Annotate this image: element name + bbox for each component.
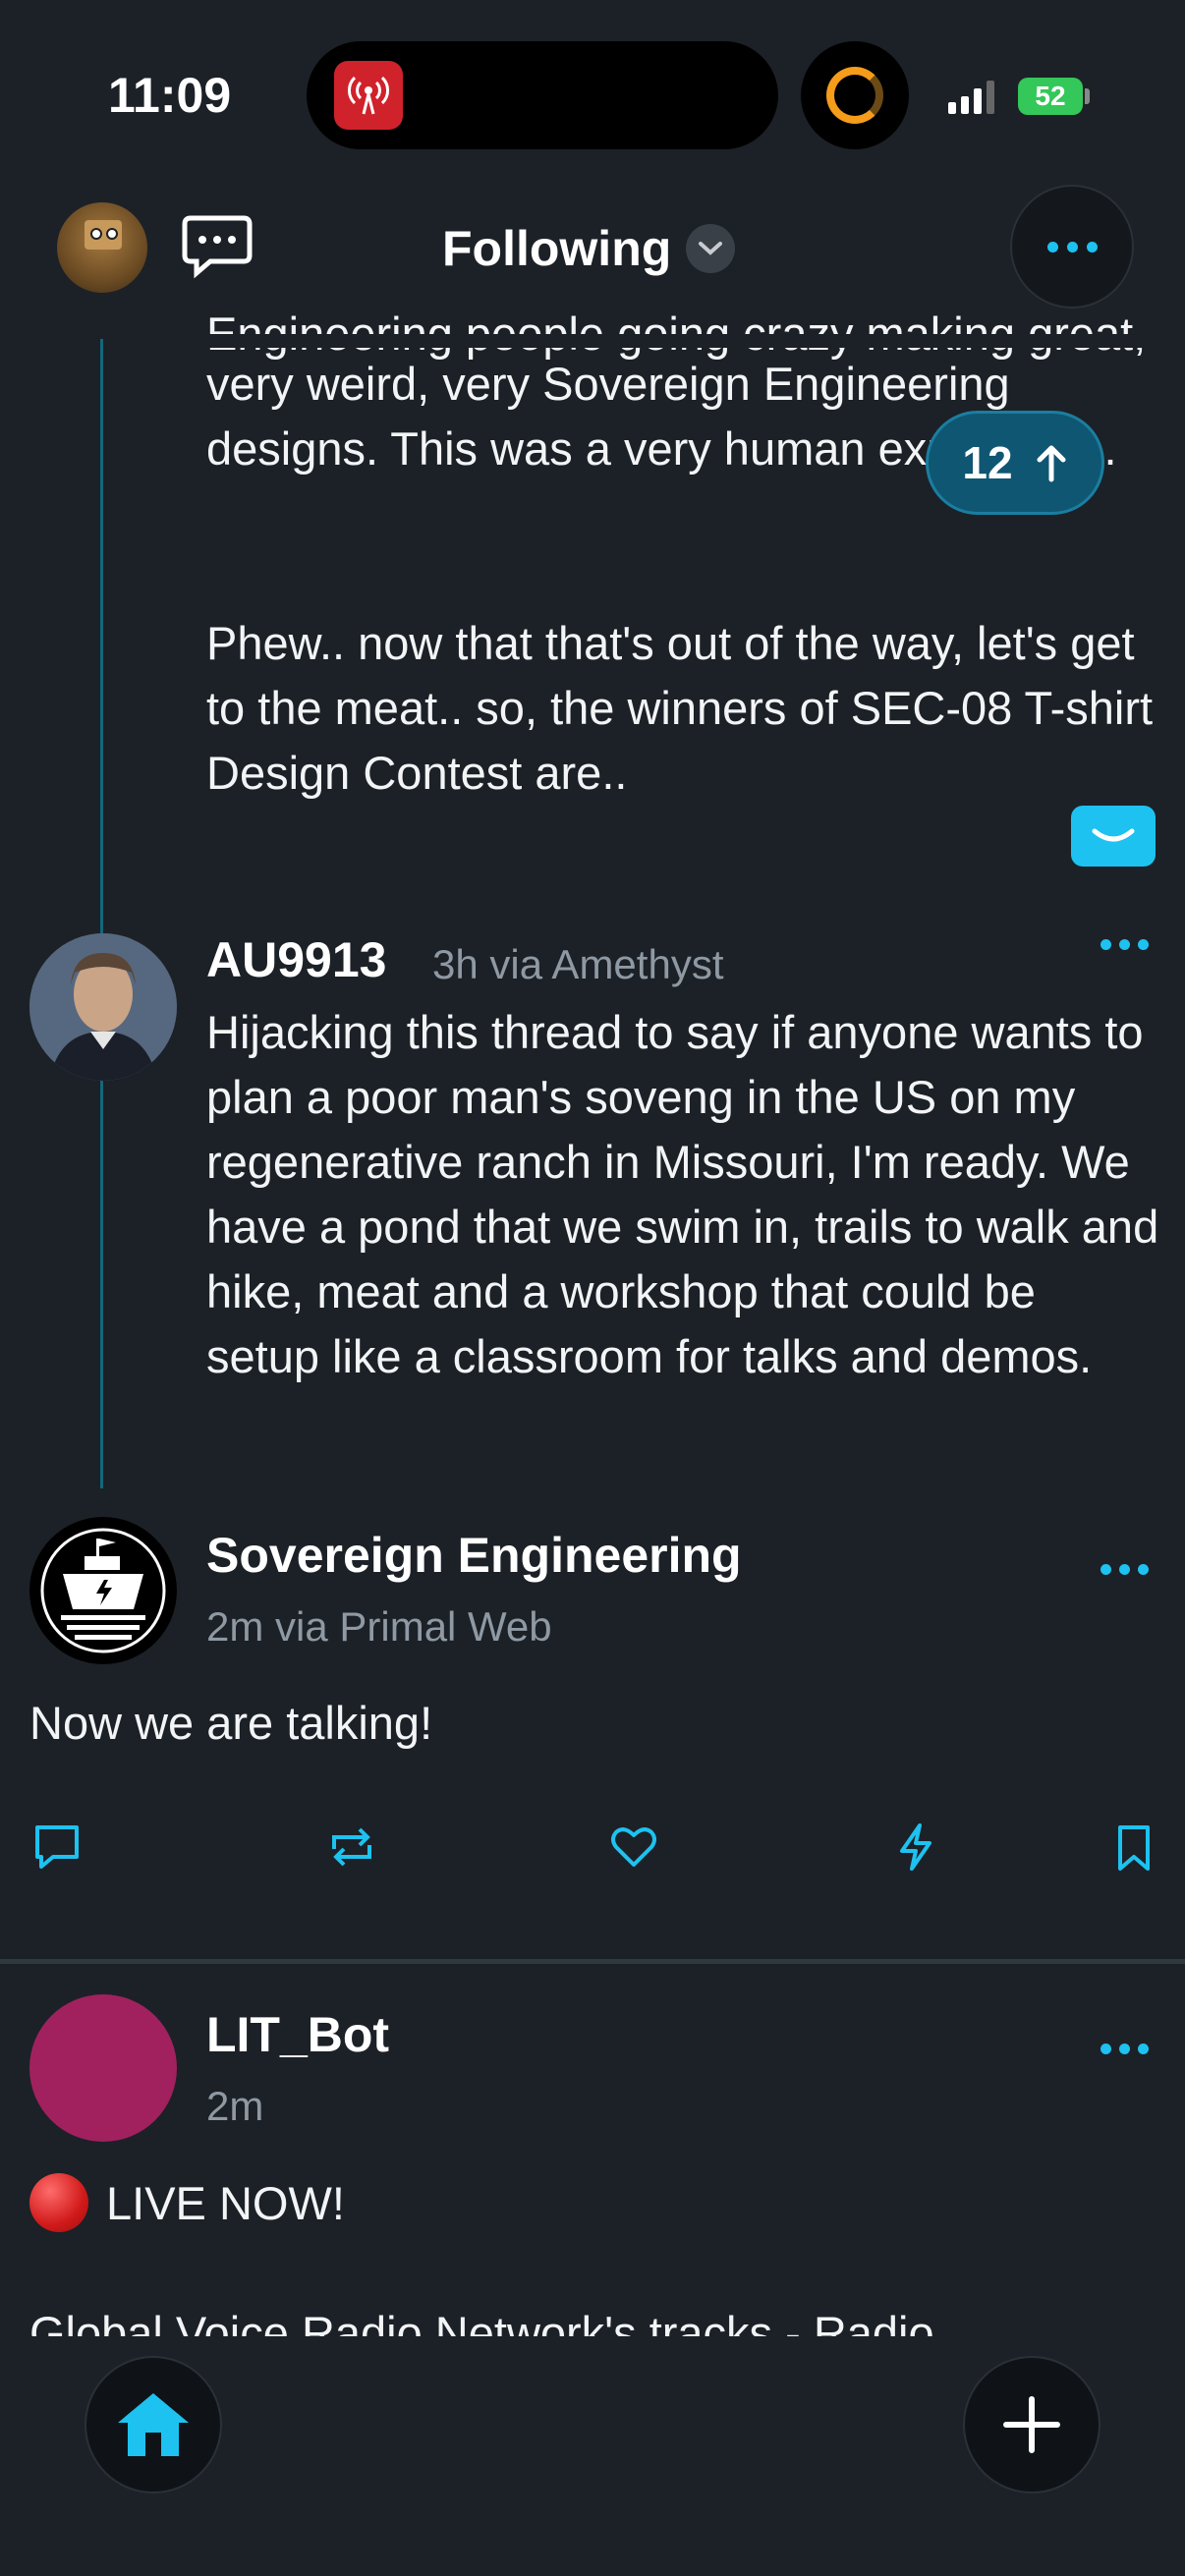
more-dot-icon — [1100, 1564, 1111, 1575]
more-dot-icon — [1119, 1564, 1130, 1575]
more-dot-icon — [1100, 2044, 1111, 2054]
ship-logo-icon — [40, 1528, 166, 1653]
robot-eye — [90, 228, 102, 240]
red-circle-icon — [29, 2173, 88, 2232]
post-more-button[interactable] — [1100, 1564, 1149, 1575]
more-dot-icon — [1086, 241, 1098, 252]
messages-icon[interactable] — [181, 212, 254, 279]
battery-indicator: 52 — [1018, 78, 1083, 115]
robot-eye — [106, 228, 118, 240]
more-dot-icon — [1119, 2044, 1130, 2054]
collapse-button[interactable] — [1071, 806, 1156, 867]
chevron-down-icon[interactable] — [686, 224, 735, 273]
more-dot-icon — [1138, 2044, 1149, 2054]
author-name[interactable]: Sovereign Engineering — [206, 1527, 742, 1584]
feed-title[interactable]: Following — [442, 220, 671, 277]
post-meta: 3h via Amethyst — [432, 941, 724, 987]
cellular-signal-icon — [948, 81, 994, 114]
more-dot-icon — [1119, 939, 1130, 950]
live-line: LIVE NOW! — [29, 2173, 345, 2232]
more-dot-icon — [1046, 241, 1058, 252]
status-time: 11:09 — [108, 68, 232, 123]
author-name[interactable]: LIT_Bot — [206, 2006, 389, 2063]
avatar[interactable] — [29, 1517, 177, 1664]
header-more-button[interactable] — [1010, 185, 1134, 308]
arrow-up-icon — [1037, 445, 1066, 482]
portrait-avatar-art — [29, 933, 177, 1081]
plus-icon — [1003, 2396, 1060, 2453]
like-heart-icon[interactable] — [606, 1820, 661, 1875]
nav-cover — [0, 334, 1185, 348]
reply-text: Hijacking this thread to say if anyone w… — [206, 1006, 1172, 1382]
new-posts-count: 12 — [962, 437, 1013, 488]
battery-level: 52 — [1035, 81, 1066, 111]
reply-icon[interactable] — [29, 1820, 85, 1875]
live-text: LIVE NOW! — [106, 2176, 345, 2229]
more-dot-icon — [1138, 1564, 1149, 1575]
timer-ring-icon — [826, 67, 883, 124]
battery-nub — [1085, 88, 1090, 104]
user-avatar[interactable] — [57, 202, 147, 293]
post-meta: 2m via Primal Web — [206, 1603, 552, 1650]
post-meta: 2m — [206, 2083, 264, 2129]
post-text: Now we are talking! — [29, 1697, 433, 1749]
avatar[interactable] — [29, 933, 177, 1081]
repost-icon[interactable] — [324, 1820, 379, 1875]
author-name[interactable]: AU9913 — [206, 931, 386, 988]
more-dot-icon — [1138, 939, 1149, 950]
chevron-down-icon — [1092, 828, 1135, 842]
new-posts-pill[interactable]: 12 — [926, 411, 1104, 515]
broadcast-icon[interactable] — [334, 61, 403, 130]
timer-indicator[interactable] — [801, 41, 909, 149]
truncated-post-text: Global Voice Radio Network's tracks - Ra… — [29, 2307, 934, 2338]
new-post-button[interactable] — [963, 2356, 1100, 2493]
thread-line — [100, 339, 103, 1488]
zap-lightning-icon[interactable] — [888, 1820, 943, 1875]
post-more-button[interactable] — [1100, 2044, 1149, 2054]
more-dot-icon — [1066, 241, 1078, 252]
home-button[interactable] — [85, 2356, 222, 2493]
thread-post-text-2: Phew.. now that that's out of the way, l… — [206, 617, 1166, 799]
avatar[interactable] — [29, 1994, 177, 2142]
bookmark-icon[interactable] — [1106, 1820, 1161, 1875]
home-icon — [118, 2393, 189, 2456]
post-more-button[interactable] — [1100, 939, 1149, 950]
more-dot-icon — [1100, 939, 1111, 950]
post-divider — [0, 1959, 1185, 1964]
